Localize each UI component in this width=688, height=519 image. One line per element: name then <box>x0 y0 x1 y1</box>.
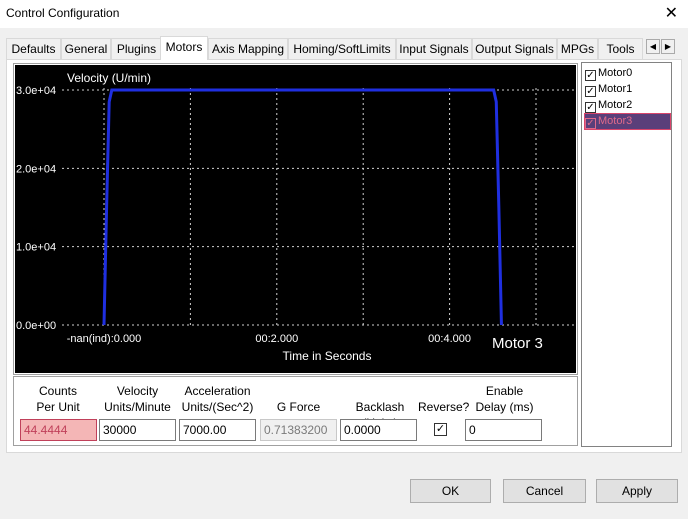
close-icon[interactable]: ✕ <box>665 3 678 23</box>
delay-label: Enable Delay (ms) <box>466 383 543 415</box>
counts-label-line2: Per Unit <box>36 400 80 414</box>
motor-checkbox[interactable]: ✓ <box>585 118 596 129</box>
chart-background <box>15 65 576 373</box>
tab-defaults[interactable]: Defaults <box>6 38 61 59</box>
motor-list-item-3[interactable]: ✓ Motor3 <box>584 113 671 130</box>
y-tick-label: 0.0e+00 <box>16 320 56 332</box>
tab-output-signals[interactable]: Output Signals <box>472 38 557 59</box>
chart-svg: 3.0e+04 2.0e+04 1.0e+04 0.0e+00 -nan(ind):0.… <box>15 65 576 373</box>
tab-scroll-right-icon[interactable]: ▶ <box>661 39 675 54</box>
check-icon: ✓ <box>435 423 446 435</box>
y-tick-label: 2.0e+04 <box>16 163 56 175</box>
motor-label: Motor3 <box>598 115 633 127</box>
x-tick-label: 00:2.000 <box>255 333 298 345</box>
y-tick-label: 1.0e+04 <box>16 242 56 254</box>
tab-input-signals[interactable]: Input Signals <box>396 38 472 59</box>
apply-button[interactable]: Apply <box>596 479 678 503</box>
tab-plugins[interactable]: Plugins <box>111 38 162 59</box>
tab-motors[interactable]: Motors <box>160 36 208 60</box>
tab-mpgs[interactable]: MPGs <box>557 38 598 59</box>
motor-list-item-2[interactable]: ✓ Motor2 <box>585 98 670 113</box>
motor-checkbox[interactable]: ✓ <box>585 102 596 113</box>
cancel-button[interactable]: Cancel <box>503 479 586 503</box>
delay-label-line1: Enable <box>485 384 524 398</box>
velocity-input[interactable] <box>99 419 176 441</box>
motor-checkbox[interactable]: ✓ <box>585 86 596 97</box>
counts-per-unit-input[interactable] <box>20 419 97 441</box>
counts-label-line1: Counts <box>38 384 78 398</box>
motor-checkbox[interactable]: ✓ <box>585 70 596 81</box>
acceleration-input[interactable] <box>179 419 256 441</box>
tab-homing-softlimits[interactable]: Homing/SoftLimits <box>288 38 396 59</box>
velocity-label-line2: Units/Minute <box>104 400 171 414</box>
y-tick-label: 3.0e+04 <box>16 85 56 97</box>
tab-strip: Defaults General Plugins Motors Axis Map… <box>6 36 682 60</box>
x-tick-label: -nan(ind):0.000 <box>67 333 142 345</box>
x-tick-label: 00:4.000 <box>428 333 471 345</box>
accel-label-line1: Acceleration <box>184 384 251 398</box>
motor-list-item-1[interactable]: ✓ Motor1 <box>585 82 670 97</box>
tab-general[interactable]: General <box>61 38 111 59</box>
motor-label: Motor2 <box>598 99 633 111</box>
tab-scroll-left-icon[interactable]: ◀ <box>646 39 660 54</box>
reverse-label: Reverse? <box>418 400 470 414</box>
ok-button[interactable]: OK <box>410 479 491 503</box>
motor-list[interactable]: ✓ Motor0 ✓ Motor1 ✓ Motor2 ✓ Motor3 <box>581 62 672 447</box>
motor-label: Motor0 <box>598 67 633 79</box>
velocity-chart: 3.0e+04 2.0e+04 1.0e+04 0.0e+00 -nan(ind):0.… <box>13 63 578 375</box>
backlash-input[interactable] <box>340 419 417 441</box>
motor-list-item-0[interactable]: ✓ Motor0 <box>585 66 670 81</box>
title-bar: Control Configuration ✕ <box>0 0 688 28</box>
accel-label: Acceleration Units/(Sec^2) <box>179 383 256 415</box>
counts-label: Counts Per Unit <box>20 383 96 415</box>
chart-annotation: Motor 3 <box>492 335 543 352</box>
reverse-checkbox[interactable]: ✓ <box>434 423 447 436</box>
chart-title: Velocity (U/min) <box>67 71 151 85</box>
tab-tools[interactable]: Tools <box>598 38 643 59</box>
velocity-label: Velocity Units/Minute <box>99 383 176 415</box>
enable-delay-input[interactable] <box>465 419 542 441</box>
motor-params-group: Counts Per Unit Velocity Units/Minute Ac… <box>13 376 578 446</box>
velocity-label-line1: Velocity <box>116 384 159 398</box>
accel-label-line2: Units/(Sec^2) <box>181 400 254 414</box>
motor-label: Motor1 <box>598 83 633 95</box>
gforce-label: G Force <box>276 400 321 414</box>
window-title: Control Configuration <box>6 6 120 20</box>
tab-axis-mapping[interactable]: Axis Mapping <box>208 38 288 59</box>
gforce-input <box>260 419 337 441</box>
delay-label-line2: Delay (ms) <box>475 400 534 414</box>
x-axis-label: Time in Seconds <box>283 349 372 363</box>
